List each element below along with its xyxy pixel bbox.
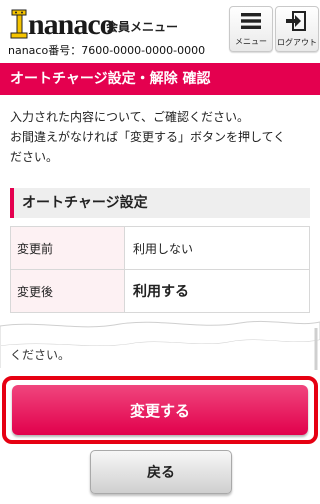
menu-button-label: メニュー <box>235 36 267 46</box>
intro-line: ださい。 <box>10 150 59 164</box>
header: nanaco 会員メニュー nanaco番号：7600-0000-0000-00… <box>0 0 320 63</box>
logout-icon <box>286 10 308 35</box>
row-value: 利用しない <box>124 226 310 270</box>
table-row: 変更後 利用する <box>10 269 310 313</box>
row-label: 変更前 <box>10 226 125 270</box>
settings-table: 変更前 利用しない 変更後 利用する <box>10 226 310 313</box>
logout-button-label: ログアウト <box>277 37 317 47</box>
repeated-text-fragment: ください。 <box>10 348 71 362</box>
page-title: オートチャージ設定・解除 確認 <box>0 63 320 95</box>
member-menu-title: 会員メニュー <box>106 20 179 34</box>
hamburger-icon <box>241 12 261 34</box>
intro-line: お間違えがなければ「変更する」ボタンを押してく <box>10 130 286 144</box>
intro-line: 入力された内容について、ご確認ください。 <box>10 110 250 124</box>
back-button[interactable]: 戻る <box>90 450 232 494</box>
intro-text: 入力された内容について、ご確認ください。 お間違えがなければ「変更する」ボタンを… <box>10 107 314 167</box>
row-value: 利用する <box>124 269 310 313</box>
logo-text: nanaco <box>28 8 115 41</box>
menu-button[interactable]: メニュー <box>229 6 273 52</box>
card-number: nanaco番号：7600-0000-0000-0000 <box>8 44 206 57</box>
logout-button[interactable]: ログアウト <box>275 6 319 52</box>
nanaco-logo: nanaco <box>8 6 115 41</box>
section-heading: オートチャージ設定 <box>10 188 310 218</box>
confirm-change-button[interactable]: 変更する <box>12 385 308 435</box>
nanaco-mascot-icon <box>8 8 30 40</box>
table-row: 変更前 利用しない <box>10 226 310 270</box>
row-label: 変更後 <box>10 269 125 313</box>
